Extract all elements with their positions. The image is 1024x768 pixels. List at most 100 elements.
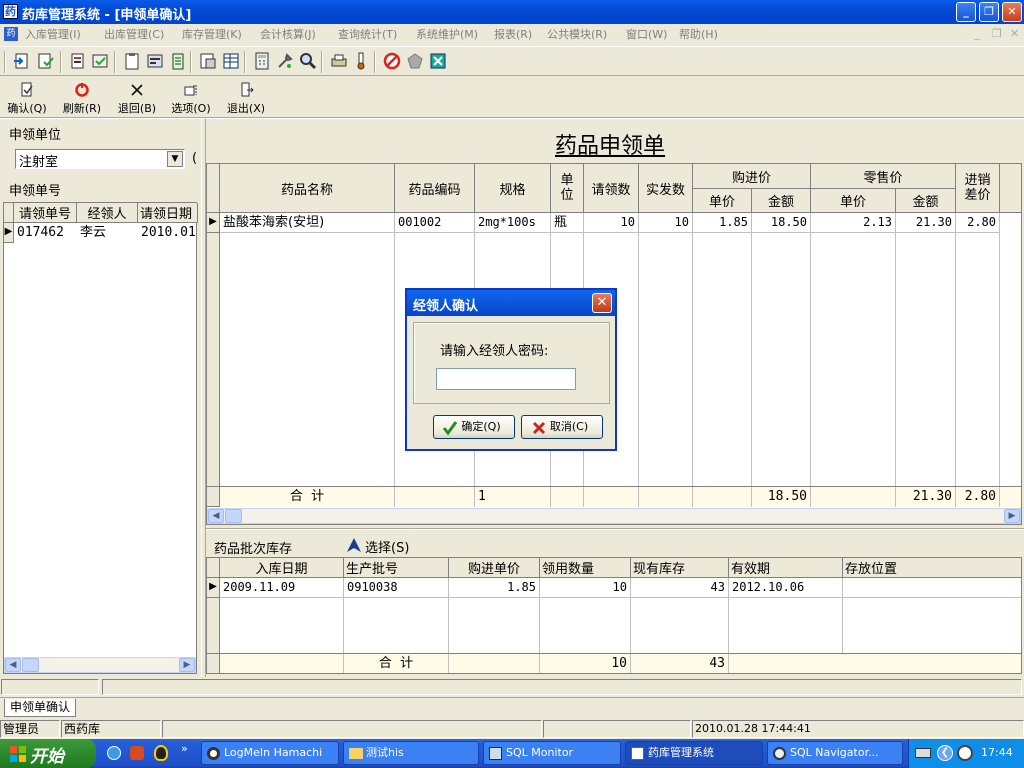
mdi-close-icon[interactable]: ✕ xyxy=(1010,27,1019,40)
col-request-qty[interactable]: 请领数 xyxy=(584,164,639,213)
col-request-date[interactable]: 请领日期 xyxy=(138,203,198,223)
restore-button[interactable]: ❐ xyxy=(979,2,999,22)
scroll-right-icon[interactable]: ▶ xyxy=(179,658,195,672)
scroll-thumb[interactable] xyxy=(22,658,39,672)
col-issue-qty[interactable]: 实发数 xyxy=(639,164,693,213)
table-cell-date[interactable]: 2010.01 xyxy=(138,223,198,243)
return-button[interactable]: 退回(B) xyxy=(115,82,159,116)
options-button[interactable]: 选项(O) xyxy=(169,82,213,116)
col-purchase-price[interactable]: 购进单价 xyxy=(449,558,540,578)
table-cell-person[interactable]: 李云 xyxy=(77,223,138,243)
col-batch-no[interactable]: 生产批号 xyxy=(344,558,449,578)
col-group-buy-price[interactable]: 购进价 xyxy=(693,164,811,189)
task-sql-navigator[interactable]: SQL Navigator... xyxy=(767,741,903,765)
menu-inventory[interactable]: 库存管理(K) xyxy=(182,26,242,42)
col-expiry[interactable]: 有效期 xyxy=(729,558,843,578)
batch-grid[interactable]: 入库日期 生产批号 购进单价 领用数量 现有库存 有效期 存放位置 ▶ 2009… xyxy=(206,557,1022,674)
task-sql-monitor[interactable]: SQL Monitor xyxy=(483,741,621,765)
close-button[interactable]: ✕ xyxy=(1002,2,1022,22)
app-quicklaunch-icon[interactable] xyxy=(130,746,144,760)
table-cell-expiry[interactable]: 2012.10.06 xyxy=(729,578,843,598)
scroll-left-icon[interactable]: ◀ xyxy=(5,658,21,672)
ie-icon[interactable] xyxy=(107,746,121,760)
title-bar[interactable]: 药 药库管理系统 - [申领单确认] _ ❐ ✕ xyxy=(0,0,1024,24)
dialog-title-bar[interactable]: 经领人确认 xyxy=(407,290,615,316)
table-cell-retail-amount[interactable]: 21.30 xyxy=(896,213,956,233)
child-window-icon[interactable]: 药 xyxy=(4,27,18,41)
table-cell-price-diff[interactable]: 2.80 xyxy=(956,213,1000,233)
menu-inbound[interactable]: 入库管理(I) xyxy=(25,26,81,42)
col-request-no[interactable]: 请领单号 xyxy=(14,203,77,223)
stop-icon[interactable] xyxy=(382,51,402,71)
col-location[interactable]: 存放位置 xyxy=(843,558,1021,578)
qq-icon[interactable] xyxy=(154,745,168,761)
unit-combobox[interactable]: 注射室 ▼ xyxy=(15,149,185,170)
table-cell-batch-no[interactable]: 0910038 xyxy=(344,578,449,598)
menu-help[interactable]: 帮助(H) xyxy=(679,26,718,42)
col-person[interactable]: 经领人 xyxy=(77,203,138,223)
quicklaunch-more-icon[interactable]: » xyxy=(181,742,188,755)
table-cell-spec[interactable]: 2mg*100s xyxy=(475,213,551,233)
calculator-icon[interactable] xyxy=(252,51,272,71)
minimize-button[interactable]: _ xyxy=(956,2,976,22)
menu-reports[interactable]: 报表(R) xyxy=(494,26,532,42)
table-cell-location[interactable] xyxy=(843,578,1021,598)
col-spec[interactable]: 规格 xyxy=(475,164,551,213)
scroll-right-icon[interactable]: ▶ xyxy=(1004,509,1020,523)
search-icon[interactable] xyxy=(298,51,318,71)
thermometer-icon[interactable] xyxy=(351,51,371,71)
approve-icon[interactable] xyxy=(90,51,110,71)
main-hscrollbar[interactable]: ◀ ▶ xyxy=(207,508,1021,524)
table-cell-unit[interactable]: 瓶 xyxy=(551,213,584,233)
table-cell-drug-code[interactable]: 001002 xyxy=(395,213,475,233)
col-retail-amount[interactable]: 金额 xyxy=(896,189,956,213)
mdi-restore-icon[interactable]: ❐ xyxy=(992,27,1002,40)
table-cell-in-date[interactable]: 2009.11.09 xyxy=(220,578,344,598)
table-cell-buy-amount[interactable]: 18.50 xyxy=(752,213,811,233)
table-cell-use-qty[interactable]: 10 xyxy=(540,578,631,598)
tools-icon[interactable] xyxy=(275,51,295,71)
col-buy-unit-price[interactable]: 单价 xyxy=(693,189,752,213)
exit-button[interactable]: 退出(X) xyxy=(224,82,268,116)
password-input[interactable] xyxy=(436,368,576,390)
network-icon[interactable] xyxy=(957,745,973,761)
refresh-button[interactable]: 刷新(R) xyxy=(60,82,104,116)
scroll-left-icon[interactable]: ◀ xyxy=(208,509,224,523)
menu-system[interactable]: 系统维护(M) xyxy=(416,26,478,42)
tray-expand-icon[interactable]: ❮ xyxy=(937,745,953,761)
col-use-qty[interactable]: 领用数量 xyxy=(540,558,631,578)
table-cell-request-qty[interactable]: 10 xyxy=(584,213,639,233)
task-hamachi[interactable]: LogMeIn Hamachi xyxy=(201,741,339,765)
app-icon[interactable]: 药 xyxy=(3,4,18,19)
col-group-retail-price[interactable]: 零售价 xyxy=(811,164,956,189)
table-icon[interactable] xyxy=(221,51,241,71)
table-cell-issue-qty[interactable]: 10 xyxy=(639,213,693,233)
chevron-down-icon[interactable]: ▼ xyxy=(167,151,183,167)
col-current-stock[interactable]: 现有库存 xyxy=(631,558,729,578)
task-test-his[interactable]: 测试his xyxy=(343,741,479,765)
menu-query[interactable]: 查询统计(T) xyxy=(338,26,397,42)
ok-button[interactable]: 确定(Q) xyxy=(433,415,515,439)
menu-common[interactable]: 公共模块(R) xyxy=(547,26,607,42)
left-hscrollbar[interactable]: ◀ ▶ xyxy=(4,657,196,673)
table-cell-current-stock[interactable]: 43 xyxy=(631,578,729,598)
outbound-icon[interactable] xyxy=(68,51,88,71)
exit-app-icon[interactable] xyxy=(428,51,448,71)
col-drug-name[interactable]: 药品名称 xyxy=(220,164,395,213)
keyboard-icon[interactable] xyxy=(915,748,931,758)
clock[interactable]: 17:44 xyxy=(981,746,1013,759)
printer-icon[interactable] xyxy=(329,51,349,71)
col-buy-amount[interactable]: 金额 xyxy=(752,189,811,213)
form-icon[interactable] xyxy=(145,51,165,71)
mdi-minimize-icon[interactable]: _ xyxy=(974,27,980,40)
grid-divider[interactable] xyxy=(206,528,1024,530)
check-doc-icon[interactable] xyxy=(36,51,56,71)
list-icon[interactable] xyxy=(168,51,188,71)
col-drug-code[interactable]: 药品编码 xyxy=(395,164,475,213)
tab-request-confirm[interactable]: 申领单确认 xyxy=(4,699,76,717)
cancel-button[interactable]: 取消(C) xyxy=(521,415,603,439)
col-in-date[interactable]: 入库日期 xyxy=(220,558,344,578)
menu-window[interactable]: 窗口(W) xyxy=(626,26,667,42)
task-pharmacy-system[interactable]: 药库管理系统 xyxy=(625,741,763,765)
request-list-grid[interactable]: 请领单号 经领人 请领日期 ▶ 017462 李云 2010.01 ◀ ▶ xyxy=(3,202,198,674)
